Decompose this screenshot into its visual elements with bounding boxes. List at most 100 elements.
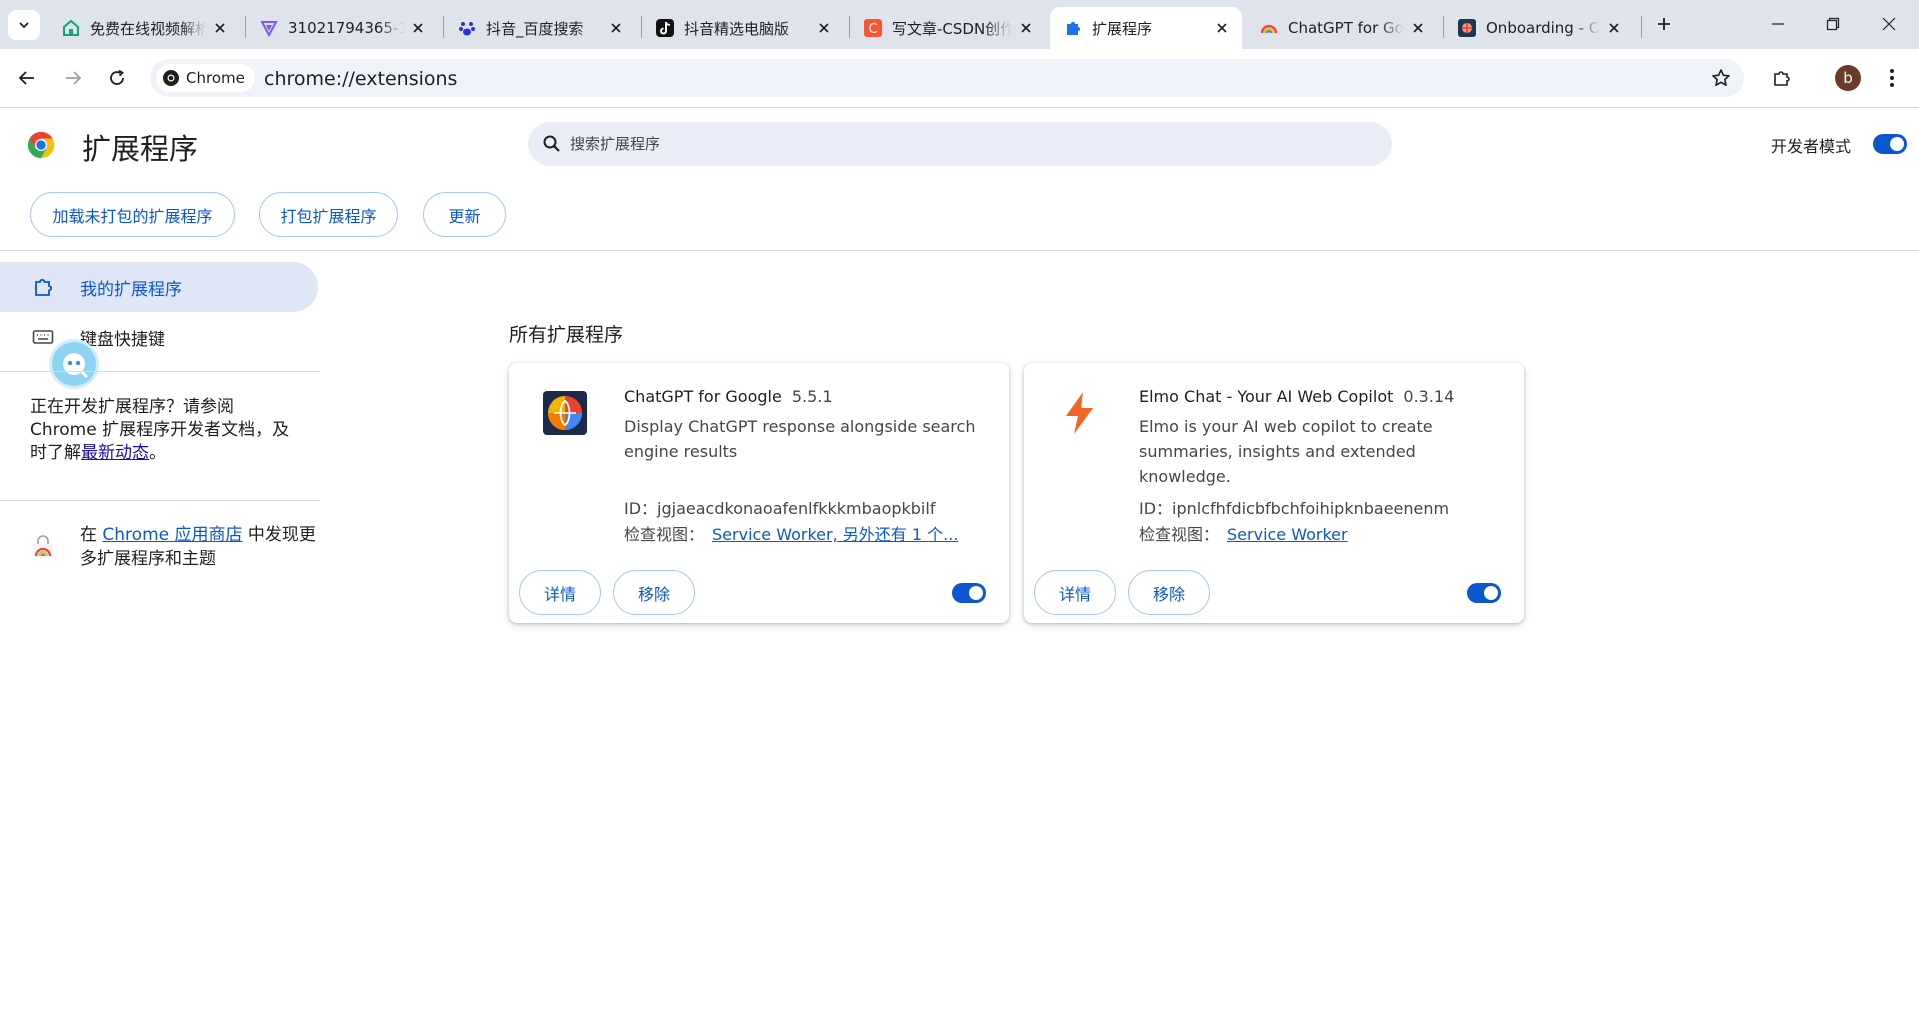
developer-docs-note: 正在开发扩展程序？请参阅 Chrome 扩展程序开发者文档，及时了解最新动态。 (30, 396, 290, 465)
baidu-paw-icon (458, 19, 476, 37)
arrow-left-icon (18, 71, 34, 85)
close-icon[interactable] (606, 18, 626, 38)
extension-title: Elmo Chat - Your AI Web Copilot (1139, 387, 1394, 406)
tab-title: 抖音精选电脑版 (684, 19, 790, 38)
plus-icon (1658, 18, 1670, 30)
close-icon[interactable] (408, 18, 428, 38)
web-store-prefix: 在 (80, 525, 103, 545)
new-tab-button[interactable] (1650, 10, 1678, 38)
extension-id: ipnlcfhfdicbfbchfoihipknbaeenenm (1172, 499, 1450, 518)
star-icon (1712, 69, 1730, 86)
remove-button[interactable]: 移除 (1128, 570, 1210, 615)
extension-title: ChatGPT for Google (624, 387, 782, 406)
close-icon[interactable] (1016, 18, 1036, 38)
chip-label: Chrome (186, 69, 245, 87)
extensions-search[interactable] (528, 122, 1392, 166)
close-icon[interactable] (1408, 18, 1428, 38)
tab-video-id[interactable]: 31021794365-1 (246, 7, 438, 49)
tab-video-parser[interactable]: 免费在线视频解析 (48, 7, 240, 49)
chevron-down-icon (19, 22, 29, 29)
inspect-views-label: 检查视图： (1139, 525, 1220, 544)
extension-description: Display ChatGPT response alongside searc… (624, 417, 976, 461)
developer-docs-suffix: 。 (149, 443, 166, 463)
arrow-right-icon (66, 71, 82, 85)
close-icon[interactable] (210, 18, 230, 38)
page-title: 扩展程序 (82, 132, 199, 166)
tab-title: 免费在线视频解析 (90, 19, 206, 38)
tab-extensions[interactable]: 扩展程序 (1050, 7, 1242, 49)
remove-button[interactable]: 移除 (613, 570, 695, 615)
onboarding-icon (1458, 19, 1476, 37)
sidebar-item-keyboard-shortcuts[interactable]: 键盘快捷键 (0, 312, 318, 362)
tab-title: 31021794365-1 (288, 19, 404, 37)
tab-douyin[interactable]: 抖音精选电脑版 (642, 7, 844, 49)
search-icon (543, 135, 560, 152)
pack-extension-button[interactable]: 打包扩展程序 (259, 192, 398, 237)
extensions-header: 扩展程序 开发者模式 加载未打包的扩展程序 打包扩展程序 更新 (0, 108, 1919, 251)
chat-bubble-icon (63, 353, 88, 378)
service-worker-link[interactable]: Service Worker (1227, 525, 1348, 544)
close-icon[interactable] (1604, 18, 1624, 38)
tab-title: 抖音_百度搜索 (486, 19, 584, 38)
extension-description: Elmo is your AI web copilot to create su… (1139, 417, 1433, 486)
extension-id-label: ID： (624, 499, 658, 518)
restore-button[interactable] (1806, 0, 1860, 48)
svg-text:C: C (868, 22, 877, 37)
extension-enable-toggle[interactable] (952, 583, 986, 603)
reload-icon (110, 69, 124, 85)
back-button[interactable] (10, 61, 44, 95)
reload-button[interactable] (100, 61, 134, 95)
update-button[interactable]: 更新 (423, 192, 506, 237)
close-window-button[interactable] (1862, 0, 1916, 48)
sidebar-item-label: 我的扩展程序 (80, 279, 182, 300)
load-unpacked-button[interactable]: 加载未打包的扩展程序 (30, 192, 235, 237)
tab-chatgpt-for-google[interactable]: ChatGPT for Google (1246, 7, 1438, 49)
house-icon (62, 19, 80, 37)
service-worker-link[interactable]: Service Worker, 另外还有 1 个... (712, 525, 958, 544)
details-button[interactable]: 详情 (519, 570, 601, 615)
minimize-icon (1772, 23, 1784, 25)
sidebar-item-label: 键盘快捷键 (80, 329, 165, 350)
floating-assistant-button[interactable] (52, 342, 96, 386)
chrome-web-store-link[interactable]: Chrome 应用商店 (102, 525, 242, 545)
details-button[interactable]: 详情 (1034, 570, 1116, 615)
chatgpt-for-google-icon (543, 391, 587, 435)
tab-onboarding[interactable]: Onboarding - C (1444, 7, 1634, 49)
bookmark-star-button[interactable] (1710, 67, 1732, 89)
minimize-button[interactable] (1751, 0, 1805, 48)
inspect-views-label: 检查视图： (624, 525, 705, 544)
developer-mode-toggle[interactable] (1873, 134, 1907, 154)
inspect-views-row: 检查视图： Service Worker, 另外还有 1 个... (624, 521, 958, 545)
site-info-chip[interactable]: Chrome (156, 64, 255, 92)
latest-news-link[interactable]: 最新动态 (81, 443, 149, 463)
profile-button[interactable]: b (1831, 61, 1865, 95)
forward-button[interactable] (56, 61, 90, 95)
extension-version: 0.3.14 (1403, 387, 1455, 406)
extensions-menu-button[interactable] (1765, 61, 1799, 95)
extension-version: 5.5.1 (791, 387, 833, 406)
douyin-icon (656, 19, 674, 37)
address-bar[interactable]: Chrome chrome://extensions (150, 59, 1744, 97)
url-text[interactable]: chrome://extensions (264, 68, 457, 90)
tab-strip: 免费在线视频解析 31021794365-1 抖音_百度搜索 抖音精选电脑版 C… (0, 0, 1919, 49)
tab-csdn[interactable]: C 写文章-CSDN创作 (850, 7, 1046, 49)
developer-mode-label: 开发者模式 (1771, 137, 1852, 156)
extension-enable-toggle[interactable] (1467, 583, 1501, 603)
close-icon (1882, 17, 1896, 31)
puzzle-icon (1064, 19, 1082, 37)
tab-title: 扩展程序 (1092, 19, 1153, 38)
tab-title: Onboarding - C (1486, 19, 1600, 37)
chrome-logo-icon (27, 131, 55, 159)
search-input[interactable] (570, 122, 1370, 166)
extension-id: jgjaeacdkonaoafenlfkkkmbaopkbilf (657, 499, 936, 518)
close-icon[interactable] (1212, 18, 1232, 38)
tab-baidu-search[interactable]: 抖音_百度搜索 (444, 7, 636, 49)
triangle-logo-icon (260, 19, 278, 37)
avatar: b (1835, 65, 1861, 91)
sidebar-item-my-extensions[interactable]: 我的扩展程序 (0, 262, 318, 312)
browser-toolbar: Chrome chrome://extensions b (0, 49, 1919, 108)
tab-search-button[interactable] (8, 10, 40, 40)
chrome-menu-button[interactable] (1875, 61, 1909, 95)
close-icon[interactable] (814, 18, 834, 38)
rainbow-icon (1260, 19, 1278, 37)
